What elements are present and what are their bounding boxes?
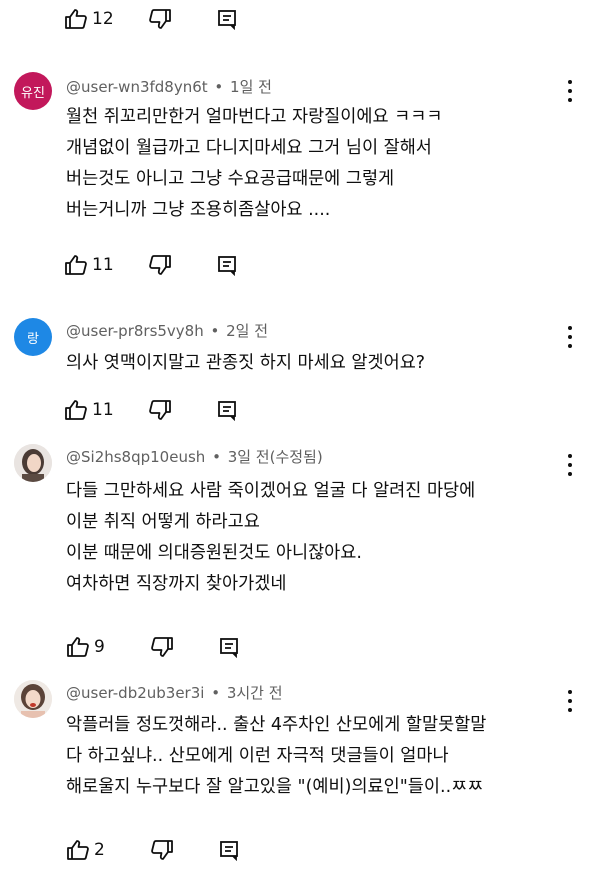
comment-author[interactable]: @user-pr8rs5vy8h: [66, 322, 204, 340]
thumbs-up-icon: [64, 8, 88, 30]
like-count: 9: [94, 637, 105, 657]
comment: 랑 @user-pr8rs5vy8h • 2일 전 의사 엿맥이지말고 관종짓 …: [0, 316, 600, 396]
dislike-button[interactable]: [150, 839, 174, 861]
comment-author[interactable]: @user-db2ub3er3i: [66, 684, 204, 702]
comment-text: 악플러들 정도껏해라.. 출산 4주차인 산모에게 할말못할말 다 하고싶냐..…: [66, 710, 586, 803]
reply-button[interactable]: [218, 636, 240, 658]
avatar[interactable]: 랑: [14, 318, 52, 356]
thumbs-up-icon: [66, 839, 90, 861]
comment-actions: 2: [66, 835, 240, 865]
thumbs-up-icon: [64, 399, 88, 421]
thumbs-up-icon: [64, 254, 88, 276]
comment-meta: @Si2hs8qp10eush • 3일 전(수정됨): [66, 448, 323, 466]
avatar[interactable]: 유진: [14, 72, 52, 110]
comment-meta: @user-pr8rs5vy8h • 2일 전: [66, 322, 269, 340]
dislike-button[interactable]: [148, 8, 172, 30]
dislike-button[interactable]: [148, 399, 172, 421]
comment-text: 월천 쥐꼬리만한거 얼마번다고 자랑질이에요 ㅋㅋㅋ 개념없이 월급까고 다니지…: [66, 102, 586, 226]
like-count: 12: [92, 9, 114, 29]
like-button[interactable]: 11: [64, 399, 130, 421]
comment-time[interactable]: 3시간 전: [227, 684, 283, 702]
reply-button[interactable]: [218, 839, 240, 861]
more-options-icon[interactable]: [566, 454, 574, 476]
avatar-initials: 유진: [21, 85, 45, 101]
comment-meta: @user-wn3fd8yn6t • 1일 전: [66, 78, 272, 96]
avatar-initials: 랑: [27, 331, 39, 347]
comment-text: 의사 엿맥이지말고 관종짓 하지 마세요 알겟어요?: [66, 348, 586, 379]
comment-line: 여차하면 직장까지 찾아가겠네: [66, 574, 287, 594]
avatar[interactable]: [14, 680, 52, 718]
comment-actions: 11: [64, 395, 238, 425]
more-options-icon[interactable]: [566, 690, 574, 712]
like-button[interactable]: 12: [64, 8, 130, 30]
comment-line: 다 하고싶냐.. 산모에게 이런 자극적 댓글들이 얼마나: [66, 746, 449, 766]
more-options-icon[interactable]: [566, 326, 574, 348]
like-button[interactable]: 11: [64, 254, 130, 276]
comment: @user-db2ub3er3i • 3시간 전 악플러들 정도껏해라.. 출산…: [0, 678, 600, 828]
like-button[interactable]: 2: [66, 839, 132, 861]
comment-line: 이분 때문에 의대증원된것도 아니잖아요.: [66, 543, 362, 563]
like-count: 2: [94, 840, 105, 860]
like-count: 11: [92, 255, 114, 275]
comment-line: 악플러들 정도껏해라.. 출산 4주차인 산모에게 할말못할말: [66, 715, 487, 735]
comment-author[interactable]: @user-wn3fd8yn6t: [66, 78, 208, 96]
avatar[interactable]: [14, 444, 52, 482]
comment-text: 다들 그만하세요 사람 죽이겠어요 얼굴 다 알려진 마당에 이분 취직 어떻게…: [66, 476, 586, 600]
like-count: 11: [92, 400, 114, 420]
comment-line: 개념없이 월급까고 다니지마세요 그거 님이 잘해서: [66, 138, 432, 158]
reply-button[interactable]: [216, 254, 238, 276]
comment-line: 다들 그만하세요 사람 죽이겠어요 얼굴 다 알려진 마당에: [66, 481, 476, 501]
comment-actions: 9: [66, 632, 240, 662]
comment-author[interactable]: @Si2hs8qp10eush: [66, 448, 205, 466]
comment-line: 이분 취직 어떻게 하라고요: [66, 512, 260, 532]
comment-line: 버는거니까 그냥 조용히좀살아요 ....: [66, 200, 331, 220]
comment-time[interactable]: 3일 전(수정됨): [228, 448, 323, 466]
comment-line: 월천 쥐꼬리만한거 얼마번다고 자랑질이에요 ㅋㅋㅋ: [66, 107, 443, 127]
reply-button[interactable]: [216, 8, 238, 30]
dislike-button[interactable]: [150, 636, 174, 658]
comment-line: 버는것도 아니고 그냥 수요공급때문에 그렇게: [66, 169, 395, 189]
like-button[interactable]: 9: [66, 636, 132, 658]
comment-time[interactable]: 2일 전: [226, 322, 268, 340]
more-options-icon[interactable]: [566, 80, 574, 102]
dislike-button[interactable]: [148, 254, 172, 276]
comment: @Si2hs8qp10eush • 3일 전(수정됨) 다들 그만하세요 사람 …: [0, 442, 600, 622]
comment-line: 의사 엿맥이지말고 관종짓 하지 마세요 알겟어요?: [66, 353, 426, 373]
comment-line: 해로울지 누구보다 잘 알고있을 "(예비)의료인"들이..ㅉㅉ: [66, 777, 484, 797]
comment-time[interactable]: 1일 전: [230, 78, 272, 96]
profile-photo-icon: [14, 680, 52, 718]
comment-meta: @user-db2ub3er3i • 3시간 전: [66, 684, 283, 702]
thumbs-up-icon: [66, 636, 90, 658]
comment-actions: 11: [64, 250, 238, 280]
profile-photo-icon: [14, 444, 52, 482]
top-comment-actions: 12: [64, 4, 238, 34]
reply-button[interactable]: [216, 399, 238, 421]
